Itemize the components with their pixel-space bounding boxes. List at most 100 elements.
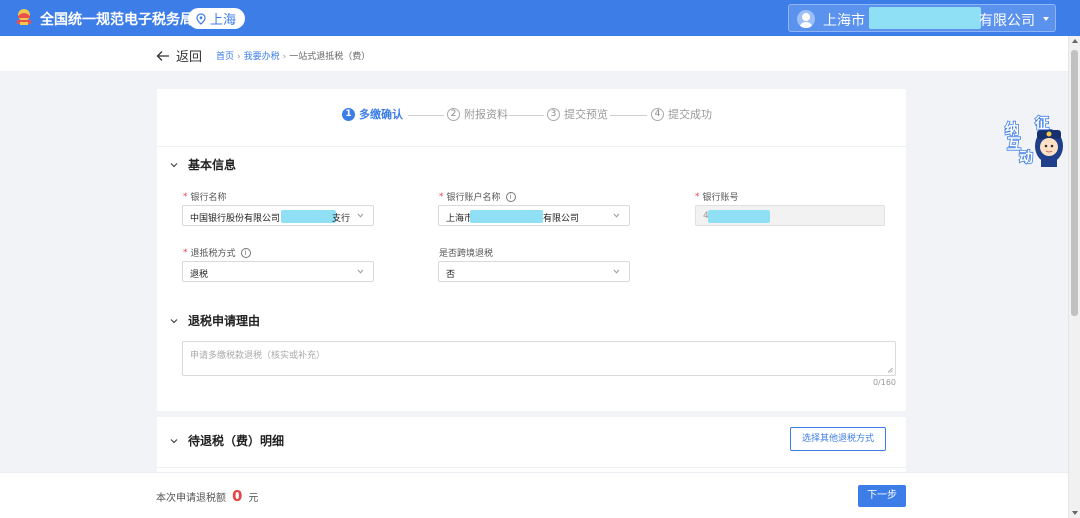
step-4: 4 提交成功 — [651, 106, 712, 122]
required-mark: * — [695, 191, 700, 202]
step-number: 1 — [342, 107, 355, 121]
refund-method-label: * 退抵税方式 i — [183, 246, 251, 259]
mascot-char: 纳 — [1005, 121, 1019, 138]
breadcrumb-separator: › — [237, 52, 241, 62]
tax-emblem-icon — [17, 9, 31, 25]
scroll-down-icon[interactable] — [1072, 511, 1078, 515]
section-title-text: 待退税（费）明细 — [188, 434, 285, 448]
character-counter: 0/160 — [872, 378, 896, 387]
resize-handle-icon[interactable] — [887, 367, 893, 373]
breadcrumb-home[interactable]: 首页 — [216, 52, 234, 62]
chevron-down-icon — [357, 213, 364, 218]
step-number: 4 — [651, 107, 664, 121]
scroll-thumb[interactable] — [1071, 50, 1078, 316]
user-avatar-icon — [797, 10, 815, 28]
breadcrumb: 首页 › 我要办税 › 一站式退抵税（费） — [216, 49, 370, 62]
info-icon[interactable]: i — [505, 191, 516, 202]
info-icon[interactable]: i — [240, 247, 251, 258]
step-connector — [610, 115, 647, 116]
section-refund-details[interactable]: 待退税（费）明细 — [169, 432, 284, 449]
cross-border-value: 否 — [446, 270, 456, 280]
bank-name-select[interactable]: 中国银行股份有限公司 支行 — [182, 205, 374, 226]
top-bar: 全国统一规范电子税务局 上海 上海市 有限公司 — [0, 0, 1080, 36]
step-connector — [408, 115, 444, 116]
field-label-text: 银行账号 — [702, 193, 739, 203]
breadcrumb-bar: 返回 首页 › 我要办税 › 一站式退抵税（费） — [0, 36, 1080, 72]
progress-steps: 1 多缴确认 2 附报资料 3 提交预览 4 提交成功 — [157, 106, 906, 126]
redaction-mask — [470, 210, 543, 223]
divider — [157, 467, 906, 468]
step-label: 多缴确认 — [359, 108, 403, 121]
step-label: 提交成功 — [668, 108, 712, 121]
company-name-suffix: 有限公司 — [979, 13, 1035, 29]
cross-border-label: 是否跨境退税 — [439, 246, 493, 259]
footer-bar: 本次申请退税额 0 元 下一步 — [0, 472, 1068, 518]
breadcrumb-separator: › — [282, 52, 287, 62]
region-label: 上海 — [210, 13, 237, 28]
chevron-down-icon — [613, 213, 620, 218]
other-refund-method-button[interactable]: 选择其他退税方式 — [790, 427, 886, 451]
refund-amount-unit: 元 — [248, 493, 259, 504]
location-pin-icon — [196, 12, 206, 25]
chevron-down-icon — [1043, 17, 1049, 21]
region-selector[interactable]: 上海 — [188, 8, 246, 29]
section-title-text: 退税申请理由 — [188, 314, 261, 328]
refund-method-select[interactable]: 退税 — [182, 261, 374, 282]
section-title-text: 基本信息 — [188, 158, 237, 172]
page-scrollbar[interactable] — [1068, 36, 1080, 518]
chevron-down-icon — [613, 269, 620, 274]
refund-reason-placeholder: 申请多缴税款退税（核实或补充） — [190, 351, 326, 361]
refund-details-card: 待退税（费）明细 选择其他退税方式 — [157, 417, 906, 472]
chevron-down-icon — [170, 162, 178, 167]
field-label-text: 退抵税方式 — [190, 249, 236, 259]
bank-name-label: * 银行名称 — [183, 190, 227, 204]
scroll-up-icon[interactable] — [1072, 39, 1078, 43]
step-3: 3 提交预览 — [547, 106, 608, 122]
company-name-prefix: 上海市 — [823, 13, 865, 29]
step-1: 1 多缴确认 — [342, 106, 403, 122]
tax-mascot-icon[interactable]: 征 纳 互 动 — [1003, 112, 1065, 167]
breadcrumb-current: 一站式退抵税（费） — [289, 52, 371, 62]
field-label-text: 银行账户名称 — [446, 193, 501, 203]
refund-form-card: 1 多缴确认 2 附报资料 3 提交预览 4 提交成功 基本信息 * 银行名称 … — [157, 89, 906, 411]
step-label: 附报资料 — [464, 108, 508, 121]
refund-amount-label: 本次申请退税额 — [156, 493, 226, 504]
required-mark: * — [183, 191, 188, 202]
required-mark: * — [439, 191, 444, 202]
bank-name-suffix: 支行 — [332, 214, 351, 224]
breadcrumb-tax-affairs[interactable]: 我要办税 — [244, 52, 280, 62]
refund-amount: 本次申请退税额 0 元 — [156, 487, 258, 505]
next-step-button[interactable]: 下一步 — [858, 485, 906, 507]
account-number-label: * 银行账号 — [695, 190, 739, 204]
bank-name-prefix: 中国银行股份有限公司 — [190, 214, 281, 224]
account-name-select[interactable]: 上海市 有限公司 — [438, 205, 630, 226]
back-label: 返回 — [176, 50, 203, 65]
divider — [157, 146, 906, 147]
mascot-char: 动 — [1019, 149, 1033, 166]
account-name-label: * 银行账户名称 i — [439, 190, 516, 203]
chevron-down-icon — [357, 269, 364, 274]
field-label-text: 是否跨境退税 — [439, 249, 494, 259]
brand-title: 全国统一规范电子税务局 — [40, 12, 194, 28]
back-button[interactable]: 返回 — [156, 46, 202, 65]
arrow-left-icon — [156, 50, 169, 61]
redaction-mask — [869, 7, 981, 29]
step-number: 3 — [547, 107, 560, 121]
redaction-mask — [708, 210, 770, 223]
section-basic-info[interactable]: 基本信息 — [169, 156, 236, 173]
step-connector — [509, 115, 544, 116]
company-switcher[interactable]: 上海市 有限公司 — [788, 4, 1056, 32]
field-label-text: 银行名称 — [190, 193, 227, 203]
chevron-down-icon — [170, 438, 178, 443]
cross-border-select[interactable]: 否 — [438, 261, 630, 282]
step-2: 2 附报资料 — [447, 106, 508, 122]
account-name-prefix: 上海市 — [446, 214, 474, 224]
section-refund-reason[interactable]: 退税申请理由 — [169, 312, 260, 329]
step-label: 提交预览 — [564, 108, 608, 121]
required-mark: * — [183, 247, 188, 258]
account-number-field: 4 — [695, 205, 885, 226]
redaction-mask — [281, 210, 336, 223]
chevron-down-icon — [170, 318, 178, 323]
refund-amount-value: 0 — [232, 487, 243, 505]
refund-reason-textarea[interactable]: 申请多缴税款退税（核实或补充） — [182, 341, 896, 376]
